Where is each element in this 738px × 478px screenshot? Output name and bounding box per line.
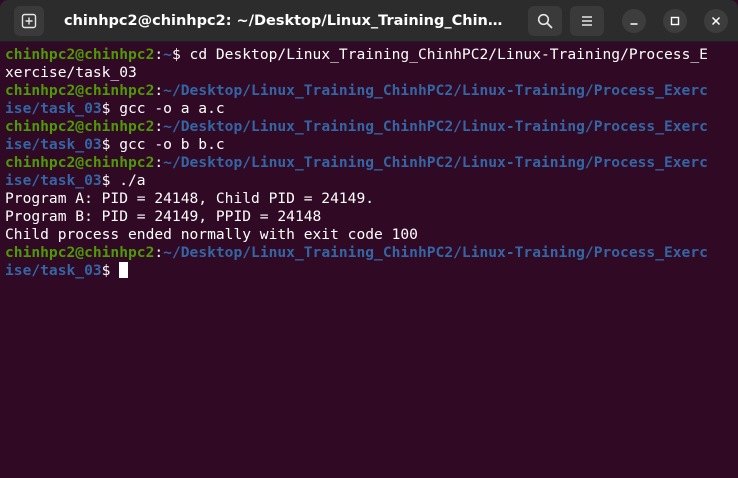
minimize-icon: [630, 23, 638, 25]
command-text: $: [101, 262, 120, 279]
search-icon: [537, 13, 553, 29]
title-bar: chinhpc2@chinhpc2: ~/Desktop/Linux_Train…: [0, 0, 738, 42]
terminal-line: chinhpc2@chinhpc2:~/Desktop/Linux_Traini…: [5, 118, 735, 136]
command-text: $ cd Desktop/Linux_Training_ChinhPC2/Lin…: [171, 46, 708, 63]
command-text: $ gcc -o b b.c: [101, 136, 225, 153]
terminal-line: chinhpc2@chinhpc2:~/Desktop/Linux_Traini…: [5, 82, 735, 100]
terminal-line: chinhpc2@chinhpc2:~$ cd Desktop/Linux_Tr…: [5, 46, 735, 64]
terminal-line: Program B: PID = 24149, PPID = 24148: [5, 208, 735, 226]
prompt-user: chinhpc2@chinhpc2: [5, 82, 155, 99]
terminal-line: ise/task_03$ gcc -o b b.c: [5, 136, 735, 154]
terminal-line: Program A: PID = 24148, Child PID = 2414…: [5, 190, 735, 208]
new-tab-button[interactable]: [14, 6, 44, 36]
terminal-line: chinhpc2@chinhpc2:~/Desktop/Linux_Traini…: [5, 244, 735, 262]
prompt-path: ~/Desktop/Linux_Training_ChinhPC2/Linux-…: [163, 154, 708, 171]
prompt-user: chinhpc2@chinhpc2: [5, 46, 155, 63]
output-text: Child process ended normally with exit c…: [5, 226, 418, 243]
prompt-separator: :: [154, 154, 164, 171]
prompt-path: ~/Desktop/Linux_Training_ChinhPC2/Linux-…: [163, 82, 708, 99]
prompt-path: ise/task_03: [5, 262, 102, 279]
terminal-output[interactable]: chinhpc2@chinhpc2:~$ cd Desktop/Linux_Tr…: [5, 46, 735, 280]
prompt-path: ~/Desktop/Linux_Training_ChinhPC2/Linux-…: [163, 244, 708, 261]
prompt-path: ise/task_03: [5, 172, 102, 189]
maximize-button[interactable]: [663, 9, 687, 33]
prompt-path: ~/Desktop/Linux_Training_ChinhPC2/Linux-…: [163, 118, 708, 135]
maximize-icon: [670, 16, 680, 26]
terminal-line: Child process ended normally with exit c…: [5, 226, 735, 244]
terminal-line: ise/task_03$ gcc -o a a.c: [5, 100, 735, 118]
prompt-path: ise/task_03: [5, 100, 102, 117]
output-text: Program A: PID = 24148, Child PID = 2414…: [5, 190, 375, 207]
prompt-separator: :: [154, 118, 164, 135]
prompt-separator: :: [154, 82, 164, 99]
search-button[interactable]: [528, 6, 562, 36]
terminal-line: chinhpc2@chinhpc2:~/Desktop/Linux_Traini…: [5, 154, 735, 172]
close-icon: [711, 16, 721, 26]
command-text: xercise/task_03: [5, 64, 137, 81]
prompt-path: ~: [163, 46, 172, 63]
terminal-line: ise/task_03$ ./a: [5, 172, 735, 190]
prompt-user: chinhpc2@chinhpc2: [5, 154, 155, 171]
new-tab-icon: [21, 13, 37, 29]
command-text: $ gcc -o a a.c: [101, 100, 225, 117]
menu-button[interactable]: [570, 6, 604, 36]
text-cursor: [119, 262, 129, 278]
minimize-button[interactable]: [622, 9, 646, 33]
prompt-path: ise/task_03: [5, 136, 102, 153]
prompt-user: chinhpc2@chinhpc2: [5, 244, 155, 261]
command-text: $ ./a: [101, 172, 146, 189]
terminal-window: chinhpc2@chinhpc2: ~/Desktop/Linux_Train…: [0, 0, 738, 478]
prompt-user: chinhpc2@chinhpc2: [5, 118, 155, 135]
hamburger-menu-icon: [582, 16, 592, 26]
prompt-separator: :: [154, 244, 164, 261]
prompt-separator: :: [154, 46, 164, 63]
output-text: Program B: PID = 24149, PPID = 24148: [5, 208, 322, 225]
terminal-line: ise/task_03$: [5, 262, 735, 280]
terminal-line: xercise/task_03: [5, 64, 735, 82]
close-button[interactable]: [704, 9, 728, 33]
window-title: chinhpc2@chinhpc2: ~/Desktop/Linux_Train…: [64, 13, 512, 29]
